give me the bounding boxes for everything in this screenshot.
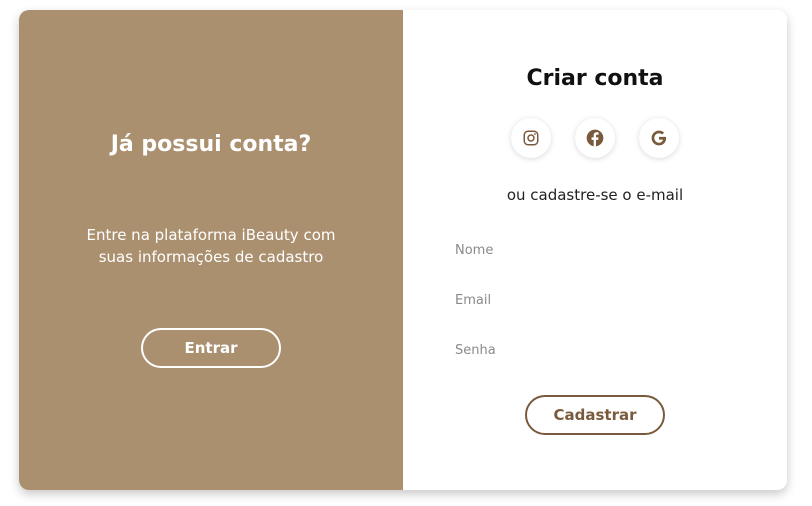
signup-button[interactable]: Cadastrar bbox=[525, 395, 665, 435]
social-buttons bbox=[403, 118, 787, 158]
login-title: Já possui conta? bbox=[110, 132, 312, 157]
password-input[interactable] bbox=[455, 335, 735, 365]
google-button[interactable] bbox=[639, 118, 679, 158]
signup-panel: Criar conta ou cadastre-se o e-mail Nome… bbox=[403, 10, 787, 490]
login-button[interactable]: Entrar bbox=[141, 328, 281, 368]
email-input[interactable] bbox=[455, 285, 735, 315]
signup-subtitle: ou cadastre-se o e-mail bbox=[506, 186, 684, 204]
instagram-button[interactable] bbox=[511, 118, 551, 158]
facebook-icon bbox=[586, 129, 604, 147]
name-input[interactable] bbox=[455, 235, 735, 265]
auth-card: Já possui conta? Entre na plataforma iBe… bbox=[19, 10, 787, 490]
instagram-icon bbox=[523, 130, 539, 146]
login-panel: Já possui conta? Entre na plataforma iBe… bbox=[19, 10, 403, 490]
google-icon bbox=[651, 130, 667, 146]
login-description: Entre na plataforma iBeauty com suas inf… bbox=[86, 226, 336, 266]
facebook-button[interactable] bbox=[575, 118, 615, 158]
signup-title: Criar conta bbox=[526, 66, 664, 91]
